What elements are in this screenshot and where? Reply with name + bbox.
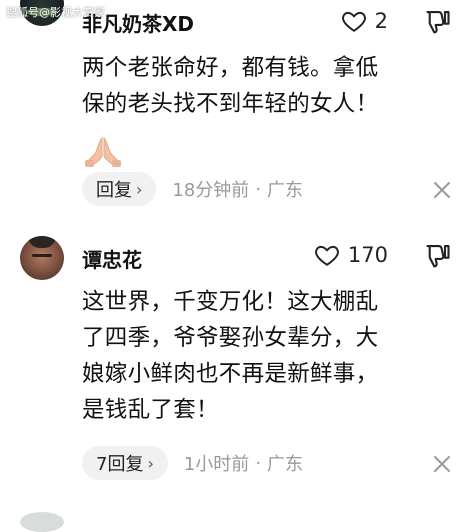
timestamp: 1小时前 [183, 454, 250, 475]
comment-line: 保的老头找不到年轻的女人！ [82, 91, 379, 117]
username[interactable]: 谭忠花 [82, 244, 142, 273]
comment-line: 这世界，千变万化！这大棚乱 [82, 289, 379, 315]
avatar[interactable] [20, 236, 64, 280]
comment-meta: 7回复 › 1小时前 · 广东 [82, 446, 303, 480]
comment-line: 了四季，爷爷娶孙女辈分，大 [82, 325, 379, 351]
like-count: 170 [347, 243, 388, 267]
reply-label: 7回复 [96, 454, 144, 475]
separator: · [255, 178, 262, 200]
heart-outline-icon [341, 11, 366, 32]
comment-line: 娘嫁小鲜肉也不再是新鲜事， [82, 361, 379, 387]
chevron-right-icon: › [136, 179, 143, 199]
comment-line: 是钱乱了套！ [82, 397, 219, 423]
like-button[interactable]: 2 [341, 8, 388, 34]
reply-label: 回复 [96, 180, 132, 201]
separator: · [255, 452, 262, 474]
comment-item: 非凡奶茶XD 2 两个老张命好，都有钱。拿低 保的老头找不到年轻的女人！ 回复 … [0, 0, 474, 222]
pray-hands-emoji [85, 136, 121, 167]
comment-item: 谭忠花 170 这世界，千变万化！这大棚乱 了四季，爷爷娶孙女辈分，大 娘嫁小鲜… [0, 222, 474, 522]
like-button[interactable]: 170 [314, 242, 388, 268]
like-count: 2 [374, 9, 388, 33]
thumbs-down-icon[interactable] [424, 242, 452, 270]
comment-text: 这世界，千变万化！这大棚乱 了四季，爷爷娶孙女辈分，大 娘嫁小鲜肉也不再是新鲜事… [82, 284, 452, 428]
close-icon[interactable] [432, 454, 452, 474]
next-comment-avatar [20, 512, 64, 532]
comment-line: 两个老张命好，都有钱。拿低 [82, 55, 379, 81]
thumbs-down-icon[interactable] [424, 8, 452, 36]
chevron-right-icon: › [147, 453, 154, 473]
comment-meta: 回复 › 18分钟前 · 广东 [82, 172, 303, 206]
location: 广东 [267, 454, 304, 475]
replies-button[interactable]: 7回复 › [82, 446, 168, 480]
heart-outline-icon [315, 245, 339, 266]
watermark-text: 搜狐号@影视大赏家 [6, 6, 105, 19]
comment-text: 两个老张命好，都有钱。拿低 保的老头找不到年轻的女人！ [82, 50, 452, 122]
close-icon[interactable] [432, 180, 452, 200]
location: 广东 [267, 180, 304, 201]
reply-button[interactable]: 回复 › [82, 172, 157, 206]
timestamp: 18分钟前 [172, 180, 250, 201]
